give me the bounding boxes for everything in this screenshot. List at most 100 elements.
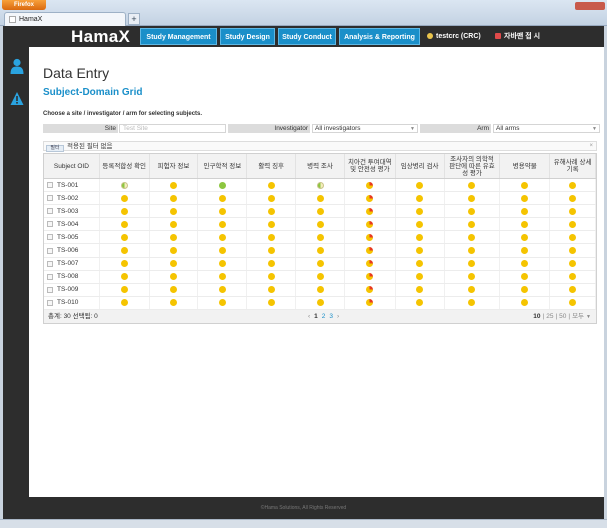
- table-row[interactable]: TS-004: [44, 218, 597, 232]
- domain-status-cell[interactable]: [396, 205, 445, 218]
- domain-status-cell[interactable]: [198, 270, 248, 283]
- page-size-option[interactable]: 50: [559, 313, 566, 320]
- domain-status-cell[interactable]: [296, 231, 345, 244]
- column-header-domain[interactable]: 임상병리 검사: [396, 154, 445, 178]
- domain-status-cell[interactable]: [445, 244, 501, 257]
- domain-status-cell[interactable]: [247, 296, 297, 309]
- subject-oid[interactable]: TS-006: [57, 247, 78, 254]
- domain-status-cell[interactable]: [150, 283, 199, 296]
- domain-status-cell[interactable]: [445, 257, 501, 270]
- domain-status-cell[interactable]: [500, 192, 551, 205]
- table-row[interactable]: TS-010: [44, 296, 597, 310]
- nav-study-conduct[interactable]: Study Conduct: [278, 28, 336, 45]
- column-header-domain[interactable]: 병력 조사: [296, 154, 345, 178]
- domain-status-cell[interactable]: [550, 179, 597, 192]
- domain-status-cell[interactable]: [500, 244, 551, 257]
- domain-status-cell[interactable]: [396, 296, 445, 309]
- domain-status-cell[interactable]: [150, 179, 199, 192]
- domain-status-cell[interactable]: [247, 283, 297, 296]
- domain-status-cell[interactable]: [396, 218, 445, 231]
- prev-page-icon[interactable]: ‹: [308, 313, 310, 320]
- new-tab-button[interactable]: +: [128, 13, 140, 25]
- domain-status-cell[interactable]: [445, 283, 501, 296]
- domain-status-cell[interactable]: [550, 205, 597, 218]
- browser-tab[interactable]: HamaX: [4, 12, 126, 26]
- language-menu[interactable]: 자바맨 접 시: [495, 26, 540, 47]
- site-input[interactable]: Test Site: [119, 124, 226, 133]
- window-close-icon[interactable]: [575, 2, 605, 10]
- page-link[interactable]: 2: [322, 313, 326, 320]
- domain-status-cell[interactable]: [396, 192, 445, 205]
- domain-status-cell[interactable]: [550, 283, 597, 296]
- domain-status-cell[interactable]: [247, 192, 297, 205]
- domain-status-cell[interactable]: [100, 231, 150, 244]
- row-checkbox[interactable]: [47, 273, 53, 280]
- row-checkbox[interactable]: [47, 247, 53, 254]
- domain-status-cell[interactable]: [550, 244, 597, 257]
- domain-status-cell[interactable]: [445, 231, 501, 244]
- close-icon[interactable]: ×: [589, 142, 593, 151]
- domain-status-cell[interactable]: [345, 179, 396, 192]
- filter-icon[interactable]: 필터: [46, 145, 64, 152]
- row-checkbox[interactable]: [47, 182, 53, 189]
- domain-status-cell[interactable]: [345, 205, 396, 218]
- domain-status-cell[interactable]: [500, 296, 551, 309]
- domain-status-cell[interactable]: [345, 283, 396, 296]
- domain-status-cell[interactable]: [345, 218, 396, 231]
- domain-status-cell[interactable]: [100, 179, 150, 192]
- table-row[interactable]: TS-002: [44, 192, 597, 206]
- domain-status-cell[interactable]: [296, 296, 345, 309]
- firefox-menu-button[interactable]: Firefox: [2, 0, 46, 10]
- domain-status-cell[interactable]: [296, 192, 345, 205]
- row-checkbox[interactable]: [47, 286, 53, 293]
- table-row[interactable]: TS-003: [44, 205, 597, 219]
- domain-status-cell[interactable]: [345, 270, 396, 283]
- subject-oid[interactable]: TS-002: [57, 195, 78, 202]
- nav-study-management[interactable]: Study Management: [140, 28, 217, 45]
- domain-status-cell[interactable]: [500, 283, 551, 296]
- row-checkbox[interactable]: [47, 195, 53, 202]
- row-checkbox[interactable]: [47, 234, 53, 241]
- subject-oid[interactable]: TS-001: [57, 182, 78, 189]
- domain-status-cell[interactable]: [247, 179, 297, 192]
- domain-status-cell[interactable]: [445, 270, 501, 283]
- domain-status-cell[interactable]: [550, 192, 597, 205]
- domain-status-cell[interactable]: [100, 296, 150, 309]
- domain-status-cell[interactable]: [150, 192, 199, 205]
- domain-status-cell[interactable]: [500, 218, 551, 231]
- page-link[interactable]: 3: [329, 313, 333, 320]
- domain-status-cell[interactable]: [550, 257, 597, 270]
- domain-status-cell[interactable]: [500, 205, 551, 218]
- next-page-icon[interactable]: ›: [337, 313, 339, 320]
- row-checkbox[interactable]: [47, 221, 53, 228]
- domain-status-cell[interactable]: [198, 231, 248, 244]
- domain-status-cell[interactable]: [500, 231, 551, 244]
- domain-status-cell[interactable]: [198, 244, 248, 257]
- subject-oid[interactable]: TS-009: [57, 286, 78, 293]
- domain-status-cell[interactable]: [150, 296, 199, 309]
- domain-status-cell[interactable]: [150, 270, 199, 283]
- row-checkbox[interactable]: [47, 208, 53, 215]
- table-row[interactable]: TS-005: [44, 231, 597, 245]
- domain-status-cell[interactable]: [445, 296, 501, 309]
- domain-status-cell[interactable]: [247, 257, 297, 270]
- domain-status-cell[interactable]: [445, 218, 501, 231]
- domain-status-cell[interactable]: [500, 257, 551, 270]
- domain-status-cell[interactable]: [445, 179, 501, 192]
- domain-status-cell[interactable]: [345, 192, 396, 205]
- investigator-select[interactable]: All investigators ▼: [312, 124, 418, 133]
- domain-status-cell[interactable]: [198, 218, 248, 231]
- column-header-domain[interactable]: 인구학적 정보: [198, 154, 248, 178]
- column-header-domain[interactable]: 병용약물: [500, 154, 551, 178]
- domain-status-cell[interactable]: [247, 270, 297, 283]
- logo[interactable]: HamaX: [71, 27, 130, 47]
- subject-oid[interactable]: TS-003: [57, 208, 78, 215]
- column-header-subject-oid[interactable]: Subject OID: [44, 154, 100, 178]
- table-row[interactable]: TS-009: [44, 283, 597, 297]
- domain-status-cell[interactable]: [550, 231, 597, 244]
- domain-status-cell[interactable]: [396, 179, 445, 192]
- column-header-domain[interactable]: 등록적합성 확인: [100, 154, 150, 178]
- table-row[interactable]: TS-006: [44, 244, 597, 258]
- domain-status-cell[interactable]: [296, 205, 345, 218]
- domain-status-cell[interactable]: [100, 283, 150, 296]
